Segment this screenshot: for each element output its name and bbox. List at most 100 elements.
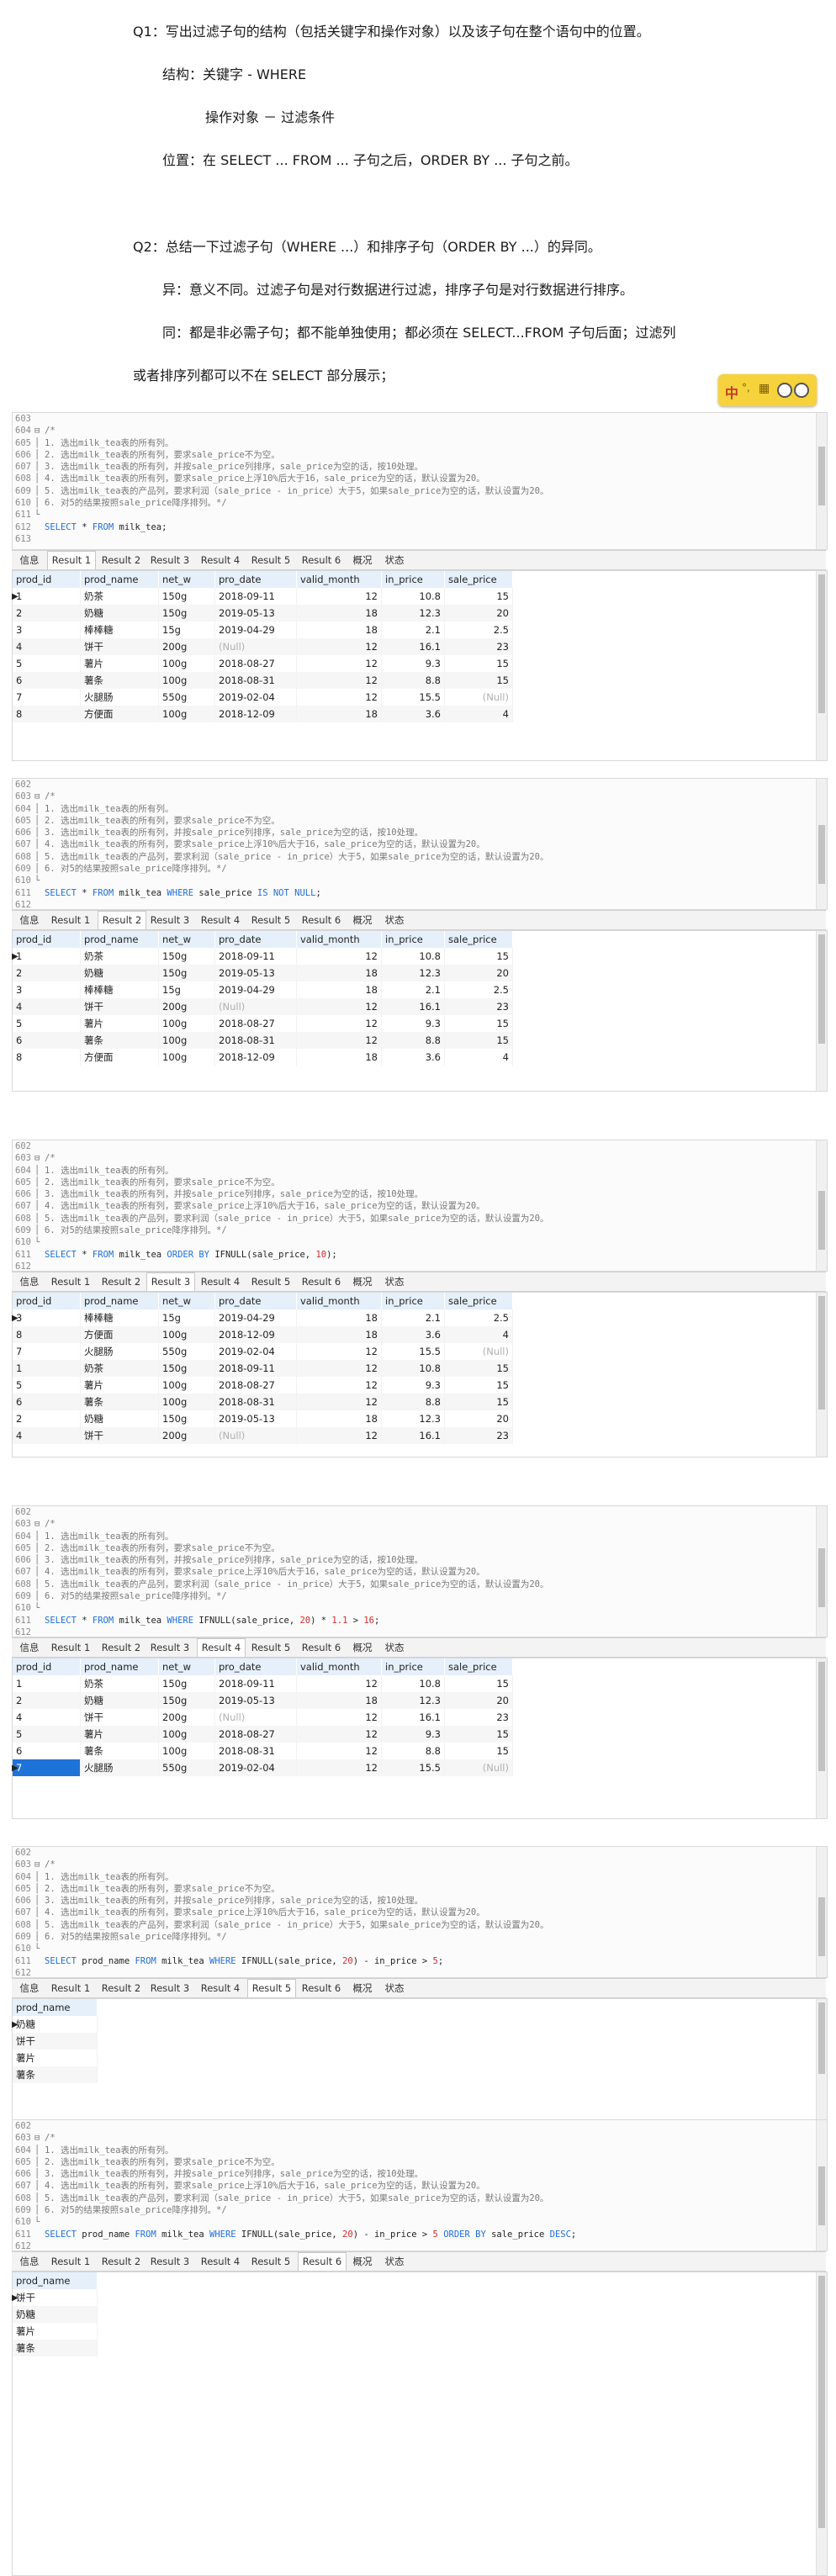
column-header[interactable]: sale_price <box>444 1293 513 1309</box>
table-cell[interactable]: 薯条 <box>80 1743 159 1759</box>
table-cell[interactable]: (Null) <box>214 998 297 1015</box>
table-cell[interactable]: 奶糖 <box>13 2016 98 2033</box>
table-row[interactable]: 7 火腿肠 550g 2019-02-04 12 15.5 (Null) <box>13 1343 513 1360</box>
column-header[interactable]: pro_date <box>214 1293 297 1309</box>
tab-result-6[interactable]: Result 6 <box>298 912 345 928</box>
tab-result-6[interactable]: Result 6 <box>298 1274 345 1290</box>
table-cell[interactable]: 12 <box>296 1015 382 1032</box>
sql-editor[interactable]: 602 603 ⊟/* 604 │ 1. 选出milk_tea表的所有列。 605 │ 2. … <box>12 1505 828 1637</box>
table-cell[interactable]: 2.5 <box>444 622 513 638</box>
table-cell[interactable]: 100g <box>158 1743 215 1759</box>
tab-result-1[interactable]: Result 1 <box>47 1274 94 1290</box>
table-cell[interactable]: 550g <box>158 689 215 706</box>
editor-line[interactable]: 612 <box>13 899 827 909</box>
table-cell[interactable]: 150g <box>158 1692 215 1709</box>
table-row[interactable]: 6 薯条 100g 2018-08-31 12 8.8 15 <box>13 1394 513 1410</box>
table-row[interactable]: 薯片 <box>13 2323 98 2340</box>
table-cell[interactable]: 100g <box>158 1394 215 1410</box>
table-cell[interactable]: 18 <box>296 1049 382 1066</box>
editor-line[interactable]: 612 SELECT * FROM milk_tea; <box>13 521 827 533</box>
table-cell[interactable]: 100g <box>158 1726 215 1743</box>
editor-line[interactable]: 608 │ 5. 选出milk_tea表的产品列，要求利润（sale_price -… <box>13 1579 827 1590</box>
editor-line[interactable]: 608 │ 5. 选出milk_tea表的产品列，要求利润（sale_price -… <box>13 1213 827 1225</box>
table-cell[interactable]: 15 <box>444 1743 513 1759</box>
tab-result-1[interactable]: Result 1 <box>47 551 96 569</box>
table-cell[interactable]: 薯片 <box>80 1726 159 1743</box>
scrollbar-thumb[interactable] <box>818 2276 825 2528</box>
table-cell[interactable]: 8.8 <box>381 1394 445 1410</box>
table-row[interactable]: 薯片 <box>13 2050 98 2066</box>
grid-scrollbar[interactable] <box>816 1999 827 2121</box>
table-cell[interactable]: 棒棒糖 <box>80 981 159 998</box>
column-header[interactable]: prod_name <box>80 1293 159 1309</box>
tab-信息[interactable]: 信息 <box>15 1640 44 1656</box>
editor-line[interactable]: 603 ⊟/* <box>13 1518 827 1530</box>
table-cell[interactable]: 1 <box>13 1360 81 1377</box>
column-header[interactable]: valid_month <box>296 571 382 588</box>
editor-line[interactable]: 606 │ 3. 选出milk_tea表的所有列，并按sale_price列排序，s… <box>13 1554 827 1566</box>
table-cell[interactable]: 8 <box>13 706 81 722</box>
table-cell[interactable]: 12 <box>296 588 382 605</box>
table-cell[interactable]: 4 <box>13 638 81 655</box>
table-cell[interactable]: 4 <box>13 1427 81 1444</box>
table-cell[interactable]: 12 <box>296 1032 382 1049</box>
table-cell[interactable]: 2 <box>13 605 81 622</box>
table-cell[interactable]: 1 <box>13 1675 81 1692</box>
tab-状态[interactable]: 状态 <box>380 1640 409 1656</box>
table-cell[interactable]: 2.1 <box>381 622 445 638</box>
table-cell[interactable]: 2019-05-13 <box>214 1692 297 1709</box>
tab-result-2[interactable]: Result 2 <box>98 1640 145 1656</box>
column-header[interactable]: pro_date <box>214 1658 297 1675</box>
editor-line[interactable]: 613 <box>13 533 827 545</box>
column-header[interactable]: prod_id <box>13 931 81 948</box>
table-cell[interactable]: 6 <box>13 1032 81 1049</box>
table-cell[interactable]: 薯条 <box>80 1032 159 1049</box>
table-cell[interactable]: 薯条 <box>13 2340 98 2356</box>
editor-line[interactable]: 609 │ 6. 对5的结果按照sale_price降序排列。*/ <box>13 2204 827 2216</box>
grid-scrollbar[interactable] <box>816 571 827 760</box>
table-cell[interactable]: 奶糖 <box>80 965 159 981</box>
table-cell[interactable]: (Null) <box>214 1709 297 1726</box>
table-cell[interactable]: 15 <box>444 1675 513 1692</box>
result-grid[interactable]: prod_name 饼干 奶糖 薯片 薯条 ▶ <box>12 2272 828 2576</box>
table-cell[interactable]: 5 <box>13 1726 81 1743</box>
sql-editor[interactable]: 602 603 ⊟/* 604 │ 1. 选出milk_tea表的所有列。 605 │ 2. … <box>12 1140 828 1272</box>
table-cell[interactable]: 150g <box>158 1410 215 1427</box>
table-cell[interactable]: 16.1 <box>381 1427 445 1444</box>
fold-toggle-icon[interactable]: ⊟ <box>34 791 45 802</box>
column-header[interactable]: pro_date <box>214 931 297 948</box>
table-cell[interactable]: 棒棒糖 <box>80 1309 159 1326</box>
table-cell[interactable]: 15 <box>444 1360 513 1377</box>
editor-line[interactable]: 612 <box>13 2240 827 2251</box>
editor-line[interactable]: 607 │ 4. 选出milk_tea表的所有列，要求sale_price上浮10%… <box>13 838 827 850</box>
editor-line[interactable]: 605 │ 2. 选出milk_tea表的所有列，要求sale_price不为空。 <box>13 1177 827 1188</box>
table-cell[interactable]: 200g <box>158 1709 215 1726</box>
table-cell[interactable]: 23 <box>444 998 513 1015</box>
table-cell[interactable]: 12 <box>296 1427 382 1444</box>
table-cell[interactable]: 12 <box>296 998 382 1015</box>
table-cell[interactable]: 150g <box>158 965 215 981</box>
result-grid[interactable]: prod_id prod_name net_w pro_date valid_month… <box>12 570 828 761</box>
table-cell[interactable]: 550g <box>158 1343 215 1360</box>
editor-line[interactable]: 604 ⊟/* <box>13 425 827 436</box>
table-cell[interactable]: 薯片 <box>80 1015 159 1032</box>
editor-line[interactable]: 611 SELECT prod_name FROM milk_tea WHERE… <box>13 1955 827 1967</box>
tab-状态[interactable]: 状态 <box>380 2254 409 2270</box>
column-header[interactable]: pro_date <box>214 571 297 588</box>
tab-result-4[interactable]: Result 4 <box>197 1274 244 1290</box>
editor-line[interactable]: 603 <box>13 413 827 425</box>
table-cell[interactable]: 100g <box>158 1049 215 1066</box>
table-cell[interactable]: 18 <box>296 1309 382 1326</box>
tab-信息[interactable]: 信息 <box>15 1274 44 1290</box>
table-cell[interactable]: 2.1 <box>381 981 445 998</box>
table-cell[interactable]: 4 <box>444 1049 513 1066</box>
tab-result-5[interactable]: Result 5 <box>247 912 294 928</box>
table-cell[interactable]: 10.8 <box>381 588 445 605</box>
table-row[interactable]: 奶糖 <box>13 2016 98 2033</box>
fold-toggle-icon[interactable]: ⊟ <box>34 1859 45 1870</box>
table-cell[interactable]: 20 <box>444 1410 513 1427</box>
column-header[interactable]: prod_name <box>80 931 159 948</box>
table-row[interactable]: 2 奶糖 150g 2019-05-13 18 12.3 20 <box>13 1692 513 1709</box>
scrollbar-thumb[interactable] <box>818 2002 825 2074</box>
table-cell[interactable]: 1 <box>13 588 81 605</box>
